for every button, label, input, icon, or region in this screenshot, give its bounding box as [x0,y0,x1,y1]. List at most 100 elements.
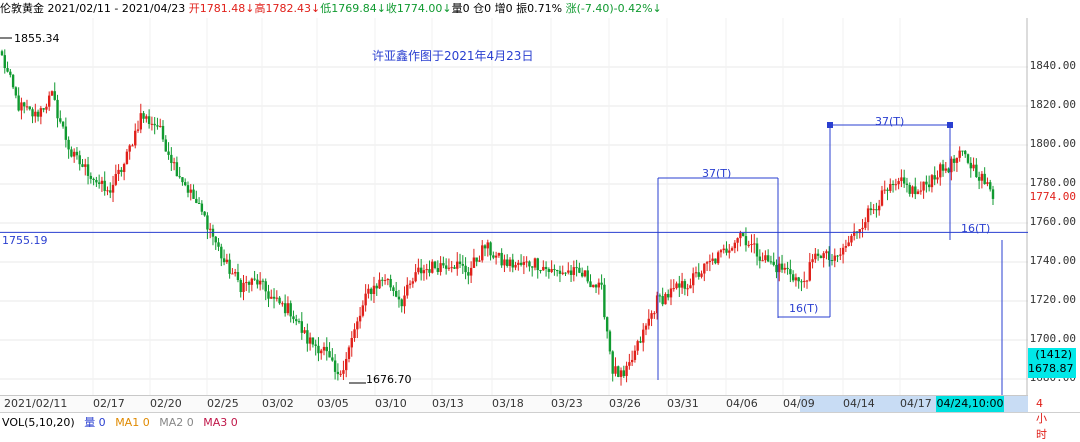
candle-body [345,358,348,371]
candle-body [739,233,742,239]
candle-body [583,270,587,277]
candle-body [447,267,451,269]
candle-body [894,184,898,186]
candle-body [553,269,556,271]
candle-body [419,267,423,274]
candle-body [497,252,501,256]
vol-indicator-name[interactable]: VOL(5,10,20) [2,416,75,429]
candle-body [64,126,68,140]
candle-body [59,118,62,122]
candle-body [400,299,403,307]
candle-body [361,305,365,316]
candle-body [481,245,484,261]
candle-body [816,253,820,256]
candle-body [433,261,437,269]
candle-body [955,157,959,163]
annotation-lines [0,37,1028,395]
cycle-handle [827,122,833,128]
candle-body [797,277,800,282]
candle-body [839,254,842,256]
candle-body [564,272,567,274]
candle-body [772,261,775,265]
candle-body [494,255,498,258]
date-label: 02/25 [207,397,239,410]
candle-body [292,316,295,320]
candle-body [733,242,737,249]
candle-body [669,288,673,298]
candle-body [75,151,79,156]
candle-body [11,74,15,88]
candle-body [841,247,845,255]
candle-body [403,295,406,307]
candle-body [422,270,426,274]
candlestick-chart[interactable] [0,18,1028,395]
bar-count: (1412) [1035,348,1072,361]
candle-body [350,337,353,348]
candle-body [500,252,503,266]
candle-body [306,330,309,344]
candle-body [592,284,595,288]
date-label: 04/14 [843,397,875,410]
candle-body [428,269,431,273]
candle-body [966,154,970,163]
candle-body [231,273,234,275]
candle-body [605,317,609,332]
candle-body [594,284,598,288]
candle-body [883,189,886,191]
candle-body [653,313,656,315]
candle-body [558,270,562,274]
candle-body [700,273,703,277]
candle-body [217,242,220,247]
candle-body [103,180,106,191]
symbol-name: 伦敦黄金 [0,2,44,15]
price-tick: 1700.00 [1029,332,1076,345]
candle-body [911,186,914,194]
candle-body [6,68,9,72]
candle-body [347,347,351,359]
candle-body [128,145,131,152]
candle-body [225,259,229,263]
candle-body [833,255,836,261]
candle-body [514,264,517,268]
candle-body [339,373,342,375]
cursor-price: 1678.87 [1028,362,1074,375]
candle-body [84,164,87,167]
candle-body [711,258,714,261]
candle-body [181,177,184,183]
candle-body [253,278,256,280]
price-tick: 1840.00 [1029,59,1076,72]
candle-body [575,267,578,269]
candle-body [517,262,520,265]
candle-body [780,263,784,270]
cycle-label-d: 16(T) [961,222,991,235]
candle-body [647,318,650,326]
candle-body [206,215,209,230]
candle-body [358,315,362,322]
candle-body [916,191,920,195]
candle-body [203,211,206,216]
candle-body [644,325,648,330]
candle-body [272,296,276,299]
candle-body [159,125,162,127]
candle-body [958,150,961,158]
candle-body [300,321,303,333]
vol-ma1: MA1 0 [115,416,150,429]
candle-body [444,265,448,269]
candle-body [303,330,306,333]
candle-body [861,227,864,230]
candle-body [469,267,473,276]
candle-body [786,267,789,270]
candle-body [333,360,337,372]
candle-body [930,175,934,188]
candle-body [614,366,617,374]
candle-body [725,248,728,253]
candle-body [386,278,390,281]
candle-body [156,125,159,127]
vol-ma3: MA3 0 [203,416,238,429]
candle-body [50,91,54,96]
candle-body [42,108,45,110]
candle-body [803,280,806,282]
candle-body [17,95,20,111]
candle-body [866,208,870,223]
candle-body [414,272,417,282]
